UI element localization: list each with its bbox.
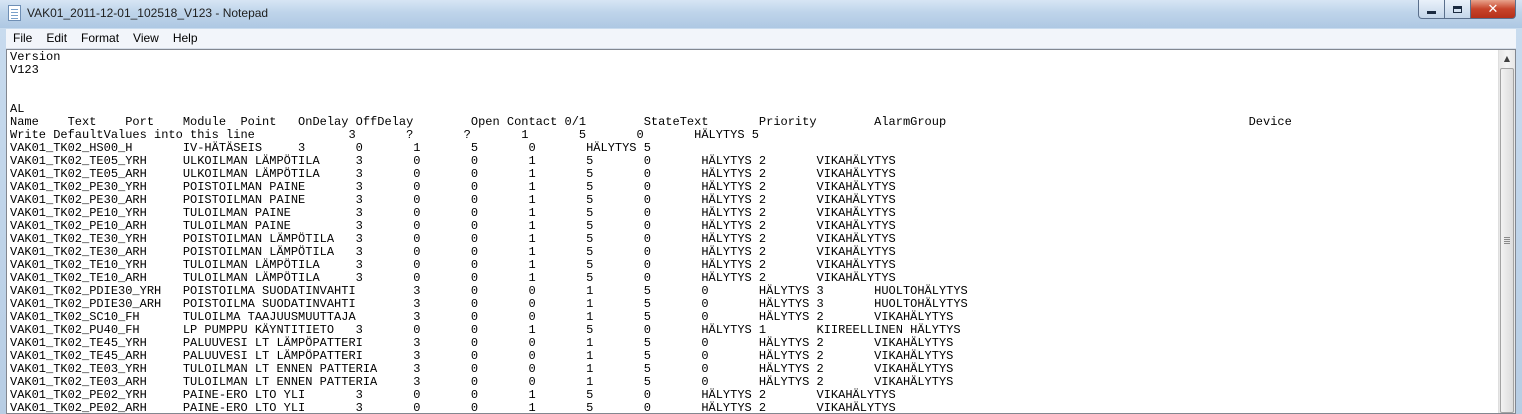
- document-text[interactable]: Version V123 AL Name Text Port Module Po…: [10, 51, 1292, 414]
- text-line: VAK01_TK02_PE10_YRH TULOILMAN PAINE 3 0 …: [10, 206, 896, 220]
- menu-edit[interactable]: Edit: [39, 29, 74, 48]
- notepad-icon[interactable]: [8, 5, 21, 21]
- vertical-scrollbar[interactable]: ▲: [1498, 50, 1515, 413]
- text-line: VAK01_TK02_TE03_ARH TULOILMAN LT ENNEN P…: [10, 375, 954, 389]
- text-line: VAK01_TK02_PE10_ARH TULOILMAN PAINE 3 0 …: [10, 219, 896, 233]
- text-line: VAK01_TK02_PE02_YRH PAINE-ERO LTO YLI 3 …: [10, 388, 896, 402]
- minimize-icon: [1427, 10, 1436, 14]
- menu-help[interactable]: Help: [166, 29, 205, 48]
- text-line: Name Text Port Module Point OnDelay OffD…: [10, 115, 1292, 129]
- close-button[interactable]: ✕: [1471, 0, 1516, 19]
- text-line: VAK01_TK02_PE30_YRH POISTOILMAN PAINE 3 …: [10, 180, 896, 194]
- menu-format[interactable]: Format: [74, 29, 126, 48]
- text-line: VAK01_TK02_TE10_ARH TULOILMAN LÄMPÖTILA …: [10, 271, 896, 285]
- text-line: VAK01_TK02_TE30_YRH POISTOILMAN LÄMPÖTIL…: [10, 232, 896, 246]
- caption-buttons: ✕: [1418, 0, 1516, 20]
- menu-file[interactable]: File: [6, 29, 39, 48]
- text-line: VAK01_TK02_TE45_ARH PALUUVESI LT LÄMPÖPA…: [10, 349, 954, 363]
- text-line: VAK01_TK02_PDIE30_YRH POISTOILMA SUODATI…: [10, 284, 968, 298]
- text-line: VAK01_TK02_SC10_FH TULOILMA TAAJUUSMUUTT…: [10, 310, 954, 324]
- scroll-thumb[interactable]: [1500, 68, 1514, 413]
- text-line: VAK01_TK02_PU40_FH LP PUMPPU KÄYNTITIETO…: [10, 323, 961, 337]
- text-line: VAK01_TK02_TE05_YRH ULKOILMAN LÄMPÖTILA …: [10, 154, 896, 168]
- text-line: VAK01_TK02_TE10_YRH TULOILMAN LÄMPÖTILA …: [10, 258, 896, 272]
- scroll-up-button[interactable]: ▲: [1499, 50, 1515, 67]
- maximize-button[interactable]: [1445, 0, 1471, 19]
- text-line: VAK01_TK02_TE45_YRH PALUUVESI LT LÄMPÖPA…: [10, 336, 954, 350]
- grip-icon: [1504, 237, 1510, 244]
- text-line: V123: [10, 63, 39, 77]
- notepad-window: VAK01_2011-12-01_102518_V123 - Notepad ✕…: [0, 0, 1522, 414]
- text-line: VAK01_TK02_TE05_ARH ULKOILMAN LÄMPÖTILA …: [10, 167, 896, 181]
- menu-bar: File Edit Format View Help: [6, 29, 1516, 49]
- close-icon: ✕: [1487, 1, 1499, 17]
- text-line: VAK01_TK02_PDIE30_ARH POISTOILMA SUODATI…: [10, 297, 968, 311]
- arrow-up-icon: ▲: [1503, 54, 1511, 63]
- text-editor[interactable]: Version V123 AL Name Text Port Module Po…: [6, 49, 1516, 414]
- text-line: VAK01_TK02_TE03_YRH TULOILMAN LT ENNEN P…: [10, 362, 954, 376]
- minimize-button[interactable]: [1418, 0, 1445, 19]
- maximize-icon: [1453, 5, 1462, 13]
- text-line: Version: [10, 50, 61, 64]
- text-line: VAK01_TK02_PE30_ARH POISTOILMAN PAINE 3 …: [10, 193, 896, 207]
- text-line: Write DefaultValues into this line 3 ? ?…: [10, 128, 759, 142]
- title-bar[interactable]: VAK01_2011-12-01_102518_V123 - Notepad ✕: [0, 0, 1522, 28]
- menu-view[interactable]: View: [126, 29, 166, 48]
- text-line: AL: [10, 102, 25, 116]
- text-line: VAK01_TK02_TE30_ARH POISTOILMAN LÄMPÖTIL…: [10, 245, 896, 259]
- text-line: VAK01_TK02_PE02_ARH PAINE-ERO LTO YLI 3 …: [10, 401, 896, 414]
- window-title: VAK01_2011-12-01_102518_V123 - Notepad: [27, 6, 269, 20]
- text-line: VAK01_TK02_HS00_H IV-HÄTÄSEIS 3 0 1 5 0 …: [10, 141, 651, 155]
